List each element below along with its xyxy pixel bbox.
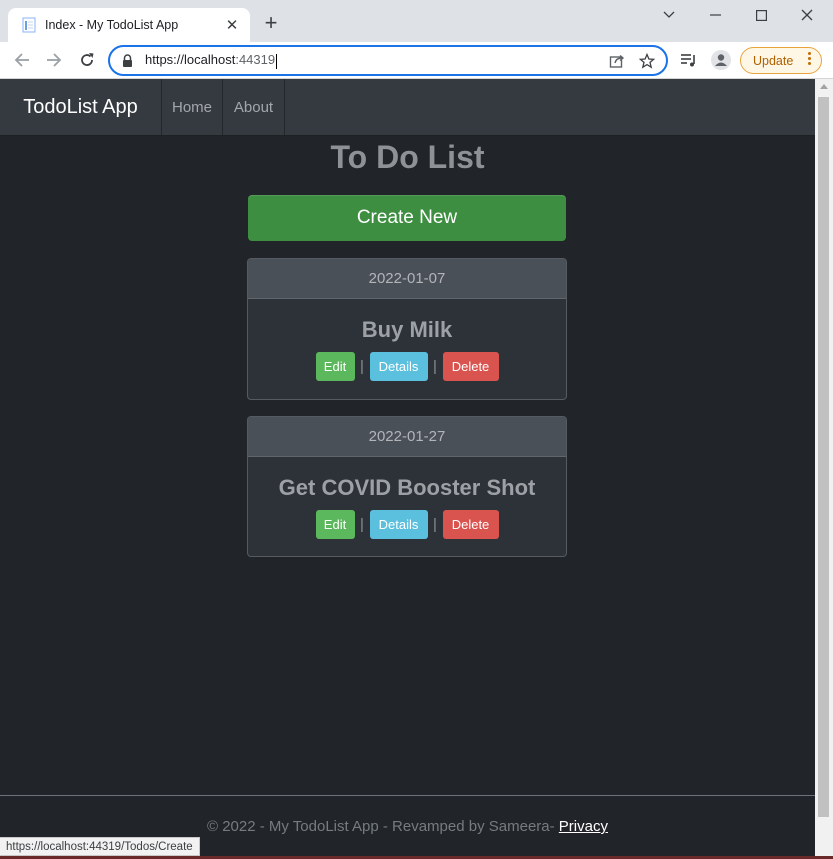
url-port: :44319 (235, 52, 276, 68)
privacy-link[interactable]: Privacy (559, 818, 608, 835)
delete-button[interactable]: Delete (442, 510, 499, 539)
share-icon[interactable] (606, 50, 628, 72)
reload-icon[interactable] (75, 48, 99, 72)
tab-strip: Index - My TodoList App ✕ + (0, 0, 833, 42)
todo-card: 2022-01-07 Buy Milk Edit | Details | Del… (247, 258, 567, 400)
lock-icon[interactable] (122, 54, 136, 68)
page-viewport: TodoList App Home About To Do List Creat… (0, 79, 815, 859)
tab-title: Index - My TodoList App (45, 18, 179, 32)
update-button[interactable]: Update (740, 47, 822, 74)
site-navbar: TodoList App Home About (0, 79, 815, 136)
todo-date: 2022-01-07 (248, 259, 566, 299)
create-new-button[interactable]: Create New (248, 195, 566, 241)
nav-link-about[interactable]: About (223, 79, 285, 135)
action-separator: | (360, 516, 364, 533)
todo-card: 2022-01-27 Get COVID Booster Shot Edit |… (247, 416, 567, 557)
vertical-scrollbar[interactable] (815, 79, 833, 859)
kebab-menu-icon[interactable] (808, 52, 812, 65)
star-icon[interactable] (636, 50, 658, 72)
page-favicon-icon (22, 17, 36, 33)
arrow-right-icon[interactable] (42, 48, 66, 72)
edit-button[interactable]: Edit (315, 510, 355, 539)
tab-close-icon[interactable]: ✕ (224, 16, 240, 34)
window-close-icon[interactable] (784, 4, 830, 26)
scroll-up-arrow-icon[interactable] (820, 84, 828, 89)
page-title: To Do List (330, 139, 485, 175)
update-label: Update (753, 53, 794, 68)
details-button[interactable]: Details (369, 510, 428, 539)
todo-title: Get COVID Booster Shot (278, 475, 536, 500)
profile-icon[interactable] (710, 49, 732, 71)
todo-title: Buy Milk (361, 317, 453, 342)
footer-text: © 2022 - My TodoList App - Revamped by S… (207, 818, 559, 835)
nav-link-home[interactable]: Home (162, 79, 223, 135)
browser-toolbar: https://localhost:44319 Update (0, 42, 833, 79)
minimize-icon[interactable] (692, 4, 738, 26)
todo-actions: Edit | Details | Delete (248, 510, 566, 539)
scrollbar-thumb[interactable] (818, 97, 829, 817)
media-control-icon[interactable] (678, 49, 700, 71)
action-separator: | (433, 516, 437, 533)
action-separator: | (433, 358, 437, 375)
todo-date: 2022-01-27 (248, 417, 566, 457)
tab-search-icon[interactable] (646, 4, 692, 26)
arrow-left-icon[interactable] (10, 48, 34, 72)
address-bar[interactable]: https://localhost:44319 (108, 45, 668, 76)
todo-actions: Edit | Details | Delete (248, 352, 566, 381)
footer-divider (0, 795, 815, 796)
url-text[interactable]: https://localhost:44319 (145, 52, 598, 69)
maximize-icon[interactable] (738, 4, 784, 26)
delete-button[interactable]: Delete (442, 352, 499, 381)
text-caret (276, 53, 278, 69)
navbar-brand[interactable]: TodoList App (0, 79, 162, 135)
browser-tab[interactable]: Index - My TodoList App ✕ (8, 8, 250, 42)
status-bubble: https://localhost:44319/Todos/Create (0, 837, 200, 856)
new-tab-button[interactable]: + (260, 12, 282, 34)
action-separator: | (360, 358, 364, 375)
url-host: https://localhost (145, 52, 236, 68)
details-button[interactable]: Details (369, 352, 428, 381)
edit-button[interactable]: Edit (315, 352, 355, 381)
page-footer: © 2022 - My TodoList App - Revamped by S… (0, 818, 815, 835)
